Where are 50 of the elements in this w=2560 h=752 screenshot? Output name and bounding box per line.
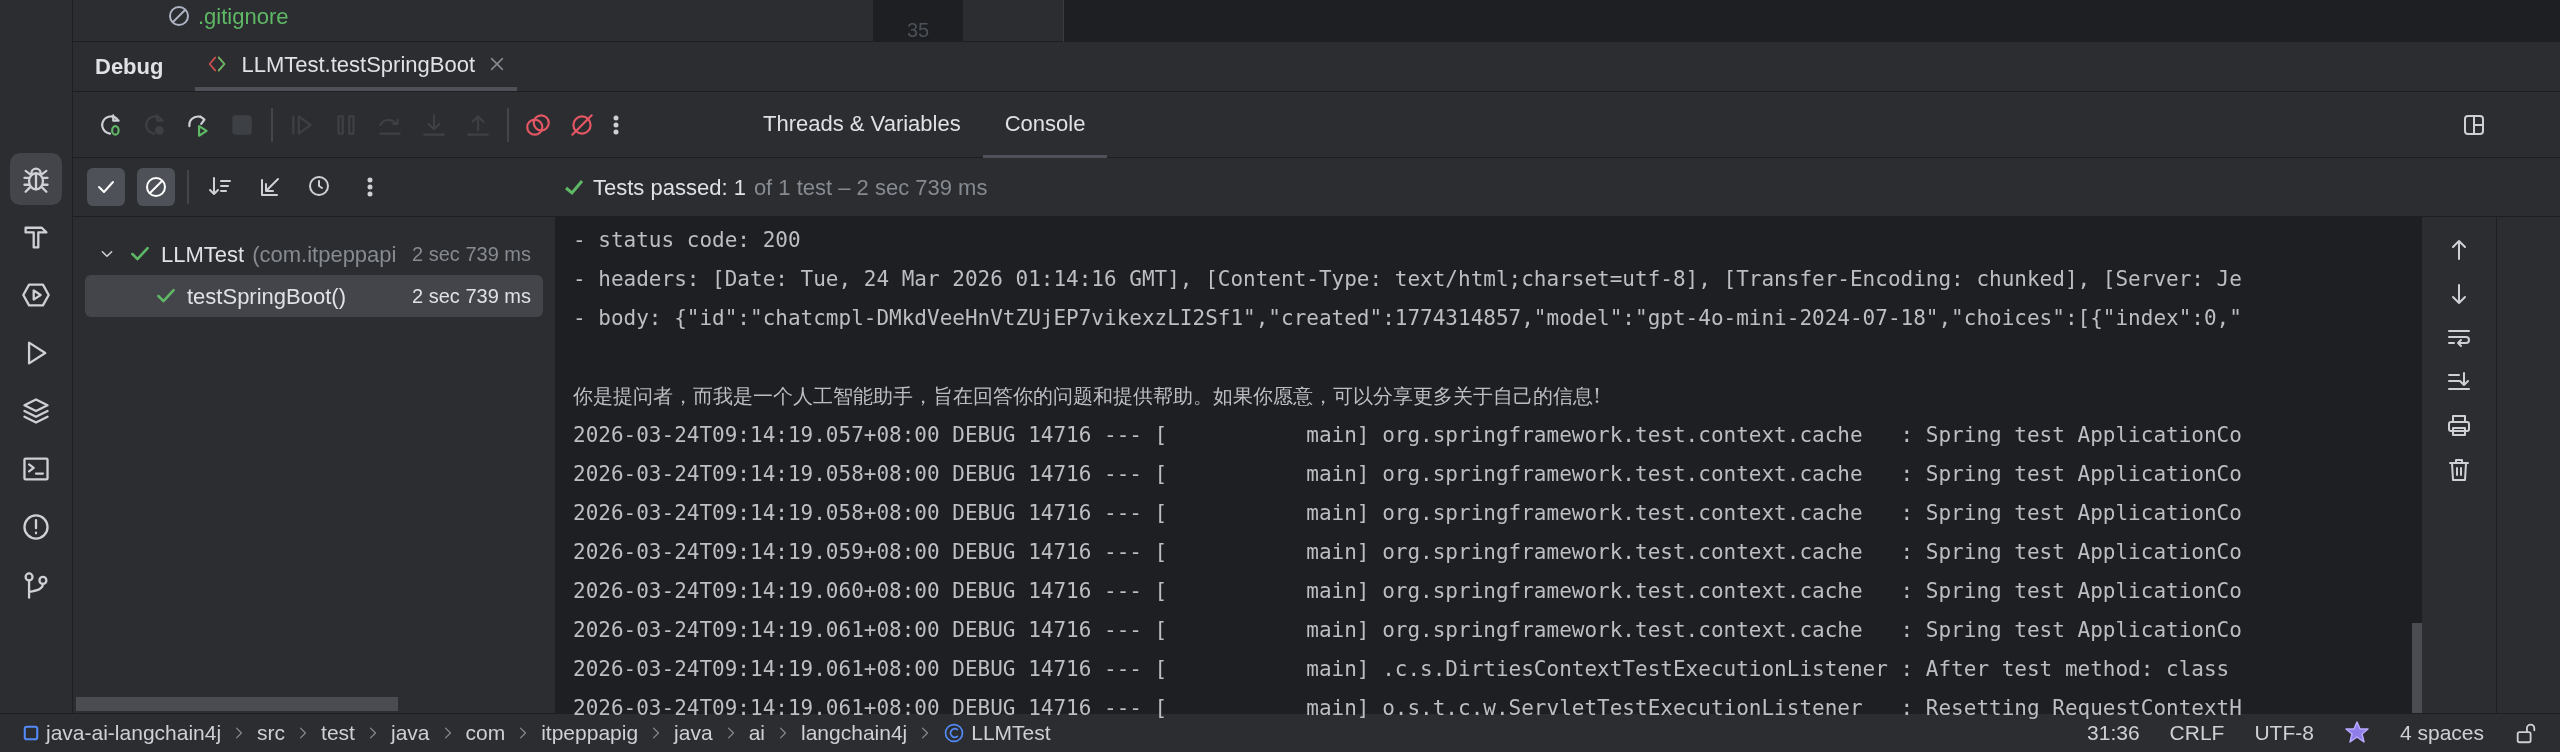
view-tab[interactable]: Console [982,91,1108,158]
test-name: testSpringBoot() [187,282,346,311]
console-line: - body: {"id":"chatcmpl-DMkdVeeHnVtZUjEP7vikexzLI2Sf1","created":1774314857,"model":"gpt-4o-mini-2024-07-18","choices":[{"index":0," [573,305,2243,332]
debug-session-tab[interactable]: LLMTest.testSpringBoot [195,41,518,91]
console-line: 2026-03-24T09:14:19.057+08:00 DEBUG 14716 --- [ main] org.springframework.test.context.cache : Spring test ApplicationCo [573,422,2243,449]
console-line: 你是提问者，而我是一个人工智能助手，旨在回答你的问题和提供帮助。如果你愿意，可以分享更多关于自己的信息! [573,383,1603,410]
console-line: 2026-03-24T09:14:19.061+08:00 DEBUG 14716 --- [ main] .c.s.DirtiesContextTestExecutionListener : After test method: class [573,656,2231,683]
breadcrumb[interactable]: test [321,717,355,749]
indent-setting[interactable]: 4 spaces [2399,717,2484,749]
ignored-file-icon [168,5,190,27]
tests-passed-label: Tests passed: 1 [593,173,746,202]
scrollbar[interactable] [76,697,398,711]
view-tab[interactable]: Threads & Variables [741,91,983,158]
console-line: 2026-03-24T09:14:19.061+08:00 DEBUG 14716 --- [ main] org.springframework.test.context.cache : Spring test ApplicationCo [573,617,2243,644]
show-passed-button[interactable] [87,168,125,206]
test-name: LLMTest [161,240,245,269]
console-line: - headers: [Date: Tue, 24 Mar 2026 01:14:16 GMT], [Content-Type: text/html;charset=utf-8], [Transfer-Encoding: chunked], [Server: Je [573,266,2243,293]
class-icon [943,722,966,744]
test-package: (com.itpeppapi [252,240,397,269]
warning-icon [21,512,51,542]
test-duration: 2 sec 739 ms [412,284,531,309]
module-icon [22,724,40,742]
console-line: 2026-03-24T09:14:19.060+08:00 DEBUG 14716 --- [ main] org.springframework.test.context.cache : Spring test ApplicationCo [573,578,2243,605]
print-icon[interactable] [2446,413,2472,439]
breadcrumb[interactable]: src [257,717,286,749]
unlock-icon[interactable] [2514,721,2538,745]
show-ignored-button[interactable] [137,168,175,206]
console-line: 2026-03-24T09:14:19.059+08:00 DEBUG 14716 --- [ main] org.springframework.test.context.cache : Spring test ApplicationCo [573,539,2243,566]
terminal-icon [21,454,51,484]
layers-icon [21,396,51,426]
star-icon[interactable] [2343,720,2370,746]
console-line: 2026-03-24T09:14:19.058+08:00 DEBUG 14716 --- [ main] org.springframework.test.context.cache : Spring test ApplicationCo [573,461,2243,488]
bug-tool-button[interactable] [10,153,62,205]
scrollbar[interactable] [2412,623,2422,713]
test-tree-row[interactable]: LLMTest (com.itpeppapi 2 sec 739 ms [85,233,543,275]
console-line: - status code: 200 [573,227,802,254]
layout-icon[interactable] [2462,112,2486,137]
test-summary: of 1 test – 2 sec 739 ms [753,173,988,202]
breadcrumb[interactable]: java-ai-langchain4j [22,717,222,749]
ignored-icon [143,174,169,200]
console-line: 2026-03-24T09:14:19.058+08:00 DEBUG 14716 --- [ main] org.springframework.test.context.cache : Spring test ApplicationCo [573,500,2243,527]
breadcrumb[interactable]: java [390,717,430,749]
test-tree-row[interactable]: testSpringBoot() 2 sec 739 ms [85,275,543,317]
file-name[interactable]: .gitignore [198,0,289,33]
tool-window-title: Debug [95,52,164,81]
file-encoding[interactable]: UTF-8 [2254,717,2314,749]
trash-icon[interactable] [2446,457,2472,483]
breadcrumb[interactable]: com [465,717,506,749]
test-duration: 2 sec 739 ms [412,242,531,267]
hexagon-play-icon [21,280,51,310]
